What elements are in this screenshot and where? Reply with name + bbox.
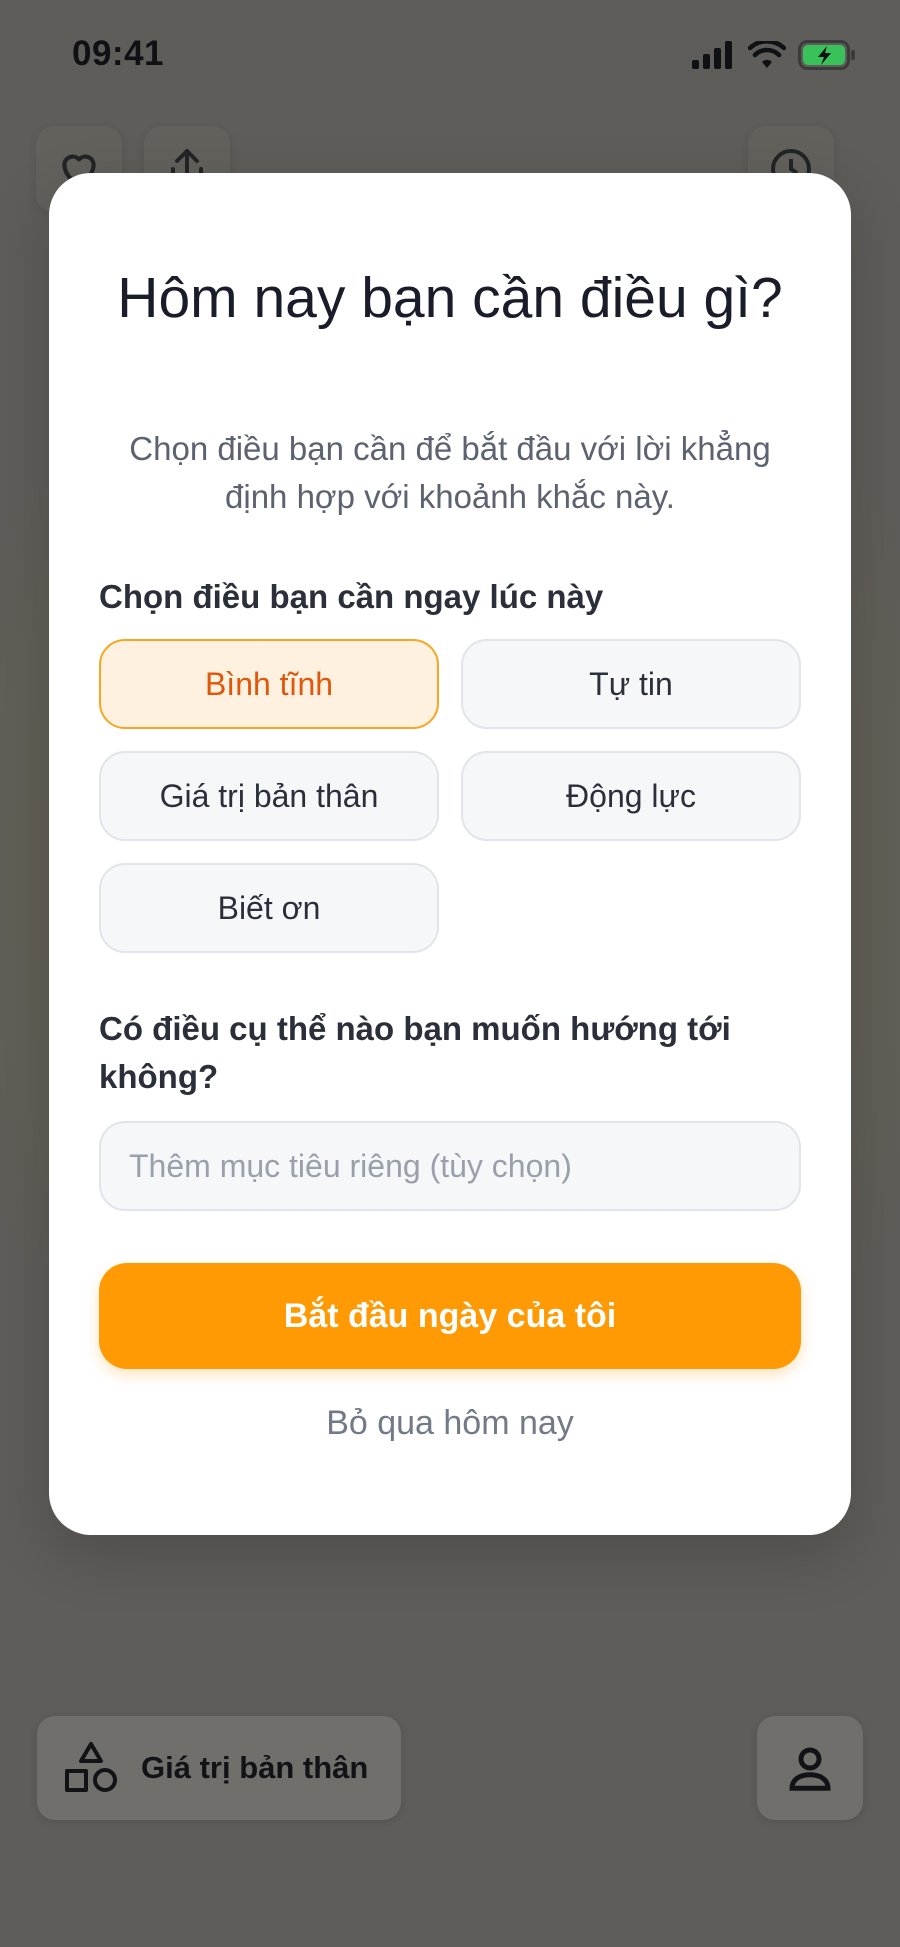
- option-label: Giá trị bản thân: [159, 777, 379, 814]
- option-tu-tin[interactable]: Tự tin: [461, 639, 801, 729]
- modal-title: Hôm nay bạn cần điều gì?: [117, 266, 783, 330]
- goal-label: Có điều cụ thể nào bạn muốn hướng tới kh…: [99, 1010, 731, 1095]
- person-icon: [789, 1747, 831, 1791]
- wifi-icon: [748, 41, 786, 68]
- option-biet-on[interactable]: Biết ơn: [99, 863, 439, 953]
- daily-intent-modal: Hôm nay bạn cần điều gì? Chọn điều bạn c…: [49, 173, 851, 1535]
- skip-today-button-label: Bỏ qua hôm nay: [326, 1403, 574, 1442]
- option-gia-tri-ban-than[interactable]: Giá trị bản thân: [99, 751, 439, 841]
- battery-charging-icon: [798, 40, 855, 70]
- option-dong-luc[interactable]: Động lực: [461, 751, 801, 841]
- option-label: Động lực: [566, 777, 696, 814]
- needs-label: Chọn điều bạn cần ngay lúc này: [99, 578, 604, 615]
- option-label: Tự tin: [589, 665, 673, 702]
- goal-input[interactable]: [99, 1121, 801, 1211]
- status-icons: [692, 40, 856, 70]
- start-day-button-label: Bắt đầu ngày của tôi: [283, 1296, 617, 1335]
- category-label: Giá trị bản thân: [141, 1750, 369, 1785]
- skip-today-button[interactable]: Bỏ qua hôm nay: [99, 1393, 801, 1453]
- option-label: Bình tĩnh: [204, 665, 334, 702]
- option-binh-tinh[interactable]: Bình tĩnh: [99, 639, 439, 729]
- category-button[interactable]: Giá trị bản thân: [37, 1716, 401, 1820]
- status-time: 09:41: [72, 34, 165, 73]
- modal-subtitle: Chọn điều bạn cần để bắt đầu với lời khẳ…: [129, 430, 771, 515]
- profile-button[interactable]: [757, 1716, 863, 1820]
- start-day-button[interactable]: Bắt đầu ngày của tôi: [99, 1263, 801, 1369]
- option-label: Biết ơn: [217, 889, 321, 926]
- signal-icon: [692, 41, 732, 69]
- shapes-icon: [65, 1742, 117, 1792]
